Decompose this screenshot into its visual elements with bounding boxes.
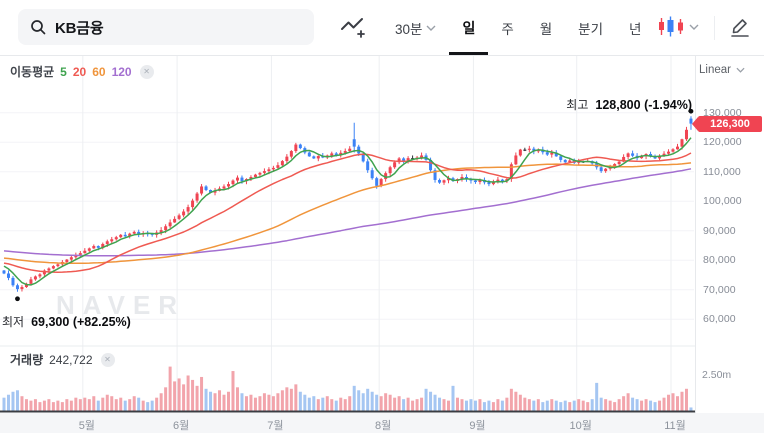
- high-annotation: 최고 128,800 (-1.94%): [566, 96, 692, 114]
- add-indicator-icon: [341, 18, 365, 38]
- ma-legend-label: 이동평균: [10, 65, 55, 79]
- volume-value: 242,722: [49, 352, 93, 367]
- interval-tab-주[interactable]: 주: [488, 0, 526, 55]
- y-axis-label: 90,000: [703, 224, 736, 237]
- x-axis-label: 7월: [267, 420, 284, 432]
- x-axis-label: 5월: [78, 420, 95, 432]
- scale-selector[interactable]: Linear: [699, 64, 745, 76]
- low-value: 69,300: [31, 315, 70, 329]
- x-axis-label: 11월: [664, 420, 686, 432]
- x-axis-label: 8월: [375, 420, 392, 432]
- y-axis-label: 120,000: [703, 136, 742, 149]
- volume-label: 거래량: [10, 353, 44, 367]
- scale-label: Linear: [699, 64, 731, 76]
- interval-tab-일[interactable]: 일: [449, 0, 489, 55]
- stock-search-box[interactable]: KB금융: [18, 9, 314, 45]
- ma-period-60: 60: [92, 64, 106, 79]
- interval-tabs: 30분 일 주 월 분기 년: [382, 0, 654, 55]
- chevron-down-icon: [689, 24, 699, 30]
- ma-20-line: [3, 152, 692, 273]
- high-label: 최고: [566, 98, 589, 112]
- low-annotation: 최저 69,300 (+82.25%): [2, 313, 131, 331]
- x-axis-label: 10월: [569, 420, 592, 432]
- h-gridlines: [0, 112, 694, 320]
- chart-style-button[interactable]: [658, 16, 699, 37]
- x-axis-label: 9월: [469, 420, 486, 432]
- low-change: (+82.25%): [72, 315, 131, 329]
- low-marker-dot: [15, 296, 20, 302]
- x-axis[interactable]: 5월 6월 7월 8월 9월 10월 11월: [0, 413, 764, 433]
- interval-tab-30분[interactable]: 30분: [382, 0, 449, 55]
- y-axis-label: 80,000: [703, 254, 736, 267]
- volume-bars: [2, 366, 693, 411]
- high-change: (-1.94%): [644, 98, 692, 112]
- ma-60-line: [3, 162, 692, 265]
- toolbar: KB금융 30분 일 주 월 분기 년: [0, 0, 764, 56]
- current-price-badge: 126,300: [692, 116, 762, 132]
- y-axis-label: 110,000: [703, 165, 741, 178]
- y-axis[interactable]: 130,000 120,000 110,000 100,000 90,000 80,000…: [695, 55, 764, 413]
- y-axis-label: 60,000: [703, 313, 736, 326]
- toolbar-divider: [714, 16, 715, 40]
- x-axis-label: 6월: [172, 420, 190, 432]
- stock-chart-app: NAVER KB금융 30분 일 주 월 분기 년 이동평균 5 20 60 1…: [0, 0, 764, 433]
- high-value: 128,800: [595, 98, 641, 112]
- interval-tab-월[interactable]: 월: [527, 0, 565, 55]
- search-icon: [31, 20, 46, 35]
- add-indicator-button[interactable]: [340, 16, 367, 39]
- ma-period-5: 5: [60, 64, 67, 79]
- volume-legend: 거래량 242,722: [10, 351, 115, 368]
- ma-period-20: 20: [72, 64, 87, 79]
- pencil-icon: [731, 19, 749, 37]
- ma-period-values: 5 20 60 120: [60, 65, 131, 79]
- chevron-down-icon: [736, 67, 745, 73]
- search-input[interactable]: KB금융: [55, 17, 104, 38]
- candle-style-icon: [659, 16, 683, 37]
- ma-period-120: 120: [111, 64, 132, 79]
- draw-tool-button[interactable]: [728, 15, 752, 39]
- y-axis-label: 70,000: [703, 283, 736, 296]
- y-axis-label: 100,000: [703, 195, 742, 208]
- chevron-down-icon: [426, 25, 436, 31]
- ma-legend: 이동평균 5 20 60 120: [10, 63, 154, 80]
- close-icon[interactable]: [100, 352, 115, 367]
- low-label: 최저: [2, 315, 25, 329]
- volume-axis-label: 2.50m: [702, 369, 732, 381]
- interval-tab-년[interactable]: 년: [616, 0, 654, 55]
- interval-tab-분기[interactable]: 분기: [565, 0, 616, 55]
- close-icon[interactable]: [139, 64, 154, 79]
